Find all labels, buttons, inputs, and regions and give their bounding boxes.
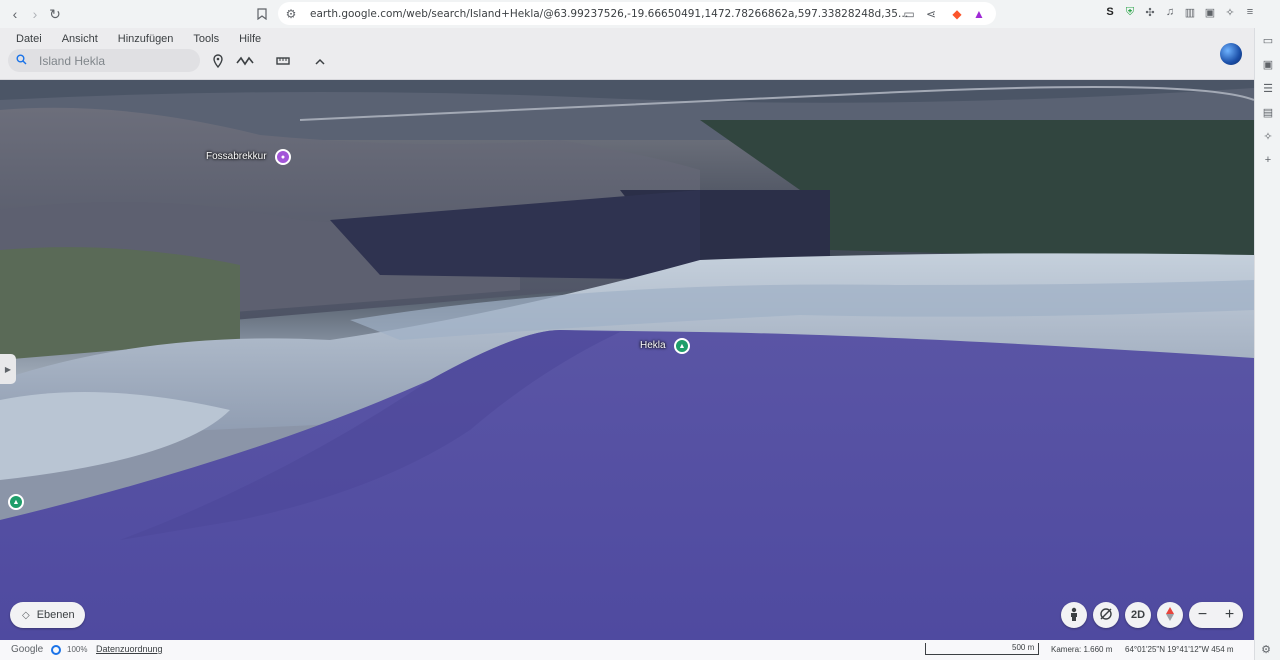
menu-hilfe[interactable]: Hilfe <box>229 31 271 47</box>
extension-shield-icon[interactable]: ⛨ <box>1122 4 1138 20</box>
draw-path-icon[interactable] <box>234 50 256 72</box>
layers-icon: ◇ <box>22 609 30 621</box>
leo-icon[interactable]: ✧ <box>1222 4 1238 20</box>
forward-icon[interactable]: › <box>25 4 45 24</box>
side-wallet-icon[interactable]: ▣ <box>1255 52 1280 76</box>
expand-panel-button[interactable]: ▶ <box>0 354 16 384</box>
browser-side-panel: ▭ ▣ ☰ ▤ ✧ + <box>1254 28 1280 660</box>
search-box[interactable] <box>8 49 200 72</box>
pegman-icon <box>1069 607 1079 624</box>
zoom-in-icon[interactable]: + <box>1225 606 1234 624</box>
share-icon[interactable]: ⋖ <box>922 5 940 23</box>
mountain-pin-hekla-icon[interactable]: ▲ <box>674 338 690 354</box>
sidebar-toggle-icon[interactable]: ▥ <box>1182 4 1198 20</box>
settings-gear-icon[interactable]: ⚙ <box>1258 641 1274 657</box>
menu-datei[interactable]: Datei <box>6 31 52 47</box>
url-text[interactable]: earth.google.com/web/search/Island+Hekla… <box>310 8 910 20</box>
place-label-hekla[interactable]: Hekla <box>640 340 666 351</box>
loading-progress-icon <box>51 645 61 655</box>
chevron-right-icon: ▶ <box>4 364 12 374</box>
chevron-up-icon[interactable] <box>309 50 331 72</box>
pegman-button[interactable] <box>1061 602 1087 628</box>
back-icon[interactable]: ‹ <box>5 4 25 24</box>
place-label-fossabrekkur[interactable]: Fossabrekkur <box>206 151 267 162</box>
load-percent: 100% <box>67 645 88 654</box>
zoom-controls: − + <box>1189 602 1243 628</box>
side-bookmarks-icon[interactable]: ▤ <box>1255 100 1280 124</box>
toggle-2d-button[interactable]: 2D <box>1125 602 1151 628</box>
brave-shield-icon[interactable]: ◆ <box>948 5 966 23</box>
rotate-view-button[interactable] <box>1093 602 1119 628</box>
wallet-icon[interactable]: ▣ <box>1202 4 1218 20</box>
menu-hinzufuegen[interactable]: Hinzufügen <box>108 31 184 47</box>
mountain-icon: ▲ <box>678 342 686 350</box>
measure-icon[interactable] <box>272 50 294 72</box>
browser-toolbar: ‹ › ↻ ⚙ earth.google.com/web/search/Isla… <box>0 0 1280 28</box>
compass-icon <box>1166 606 1174 624</box>
cursor-coordinates: 64°01'25"N 19°41'12"W 454 m <box>1125 645 1234 654</box>
reload-icon[interactable]: ↻ <box>45 4 65 24</box>
menu-tools[interactable]: Tools <box>183 31 229 47</box>
rotate-icon <box>1099 607 1113 624</box>
search-icon <box>16 54 27 68</box>
photo-pin-icon[interactable]: ● <box>275 149 291 165</box>
menu-ansicht[interactable]: Ansicht <box>52 31 108 47</box>
side-add-icon[interactable]: + <box>1255 148 1280 172</box>
earth-header: Datei Ansicht Hinzufügen Tools Hilfe <box>0 28 1254 80</box>
scale-label: 500 m <box>1012 643 1035 652</box>
account-avatar[interactable] <box>1220 43 1242 65</box>
search-input[interactable] <box>39 53 189 68</box>
earth-3d-view[interactable]: Fossabrekkur ● Hekla ▲ ▲ <box>0 80 1254 640</box>
menu-icon[interactable]: ≡ <box>1242 4 1258 20</box>
camera-icon: ● <box>280 153 286 161</box>
side-reading-list-icon[interactable]: ☰ <box>1255 76 1280 100</box>
terrain-render <box>0 80 1254 640</box>
status-bar: Google 100% Datenzuordnung 500 m Kamera:… <box>0 640 1254 660</box>
add-placemark-icon[interactable] <box>207 50 229 72</box>
camera-altitude: Kamera: 1.660 m <box>1051 645 1113 654</box>
cast-icon[interactable]: ▭ <box>900 5 918 23</box>
zoom-out-icon[interactable]: − <box>1198 606 1207 624</box>
side-tab-icon[interactable]: ▭ <box>1255 28 1280 52</box>
compass-button[interactable] <box>1157 602 1183 628</box>
site-settings-icon[interactable]: ⚙ <box>282 5 300 23</box>
layers-label: Ebenen <box>36 609 75 621</box>
media-icon[interactable]: ♫ <box>1162 4 1178 20</box>
side-leo-icon[interactable]: ✧ <box>1255 124 1280 148</box>
mountain-icon: ▲ <box>12 498 20 506</box>
layers-button[interactable]: ◇ Ebenen <box>10 602 85 628</box>
extensions-puzzle-icon[interactable]: ✣ <box>1142 4 1158 20</box>
rewards-icon[interactable]: ▲ <box>970 5 988 23</box>
menu-bar: Datei Ansicht Hinzufügen Tools Hilfe <box>6 31 271 47</box>
mountain-pin-icon[interactable]: ▲ <box>8 494 24 510</box>
extension-s-icon[interactable]: S <box>1102 4 1118 20</box>
google-logo: Google <box>11 644 44 655</box>
data-attribution-link[interactable]: Datenzuordnung <box>96 644 163 654</box>
bookmark-icon[interactable] <box>252 4 272 24</box>
address-bar[interactable]: ⚙ earth.google.com/web/search/Island+Hek… <box>278 2 996 25</box>
